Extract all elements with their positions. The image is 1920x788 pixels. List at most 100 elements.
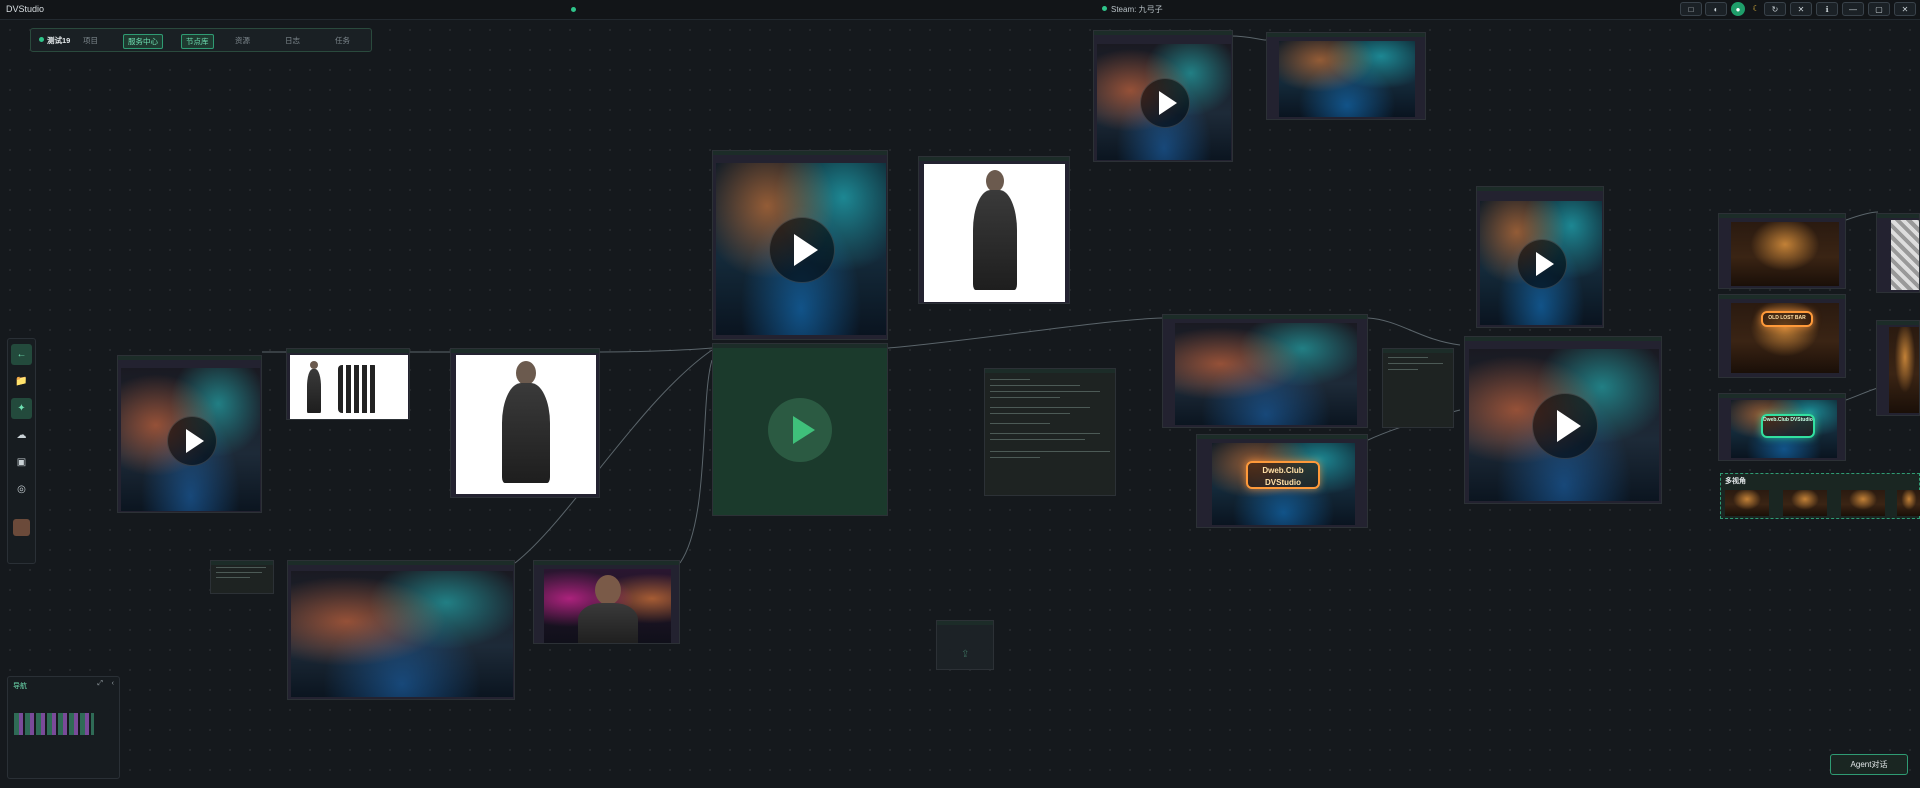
target-icon[interactable]: ◎: [11, 479, 32, 500]
sign-image: Dweb.Club DVStudio: [1731, 400, 1837, 458]
app-title: DVStudio: [6, 4, 45, 14]
toolbar-project[interactable]: 项目: [79, 34, 102, 47]
image-node[interactable]: [1718, 213, 1846, 289]
figure-head: [985, 170, 1004, 192]
toolbar-service-center[interactable]: 服务中心: [123, 34, 163, 49]
play-icon[interactable]: [1140, 78, 1190, 128]
text-node[interactable]: [984, 368, 1116, 496]
video-node[interactable]: [1464, 336, 1662, 504]
video-node[interactable]: [1093, 30, 1233, 162]
text-line: [990, 457, 1040, 458]
expand-icon[interactable]: ⤢: [97, 680, 103, 688]
refresh-button[interactable]: ↻: [1764, 2, 1786, 16]
back-arrow-icon[interactable]: ←: [11, 344, 32, 365]
image-node[interactable]: [1266, 32, 1426, 120]
alley-image: [1175, 323, 1357, 425]
play-icon[interactable]: [1532, 393, 1598, 459]
image-node[interactable]: Dweb.Club DVStudio: [1196, 434, 1368, 528]
image-node[interactable]: [533, 560, 680, 644]
info-button[interactable]: ℹ: [1816, 2, 1838, 16]
group-thumb[interactable]: [1725, 490, 1769, 516]
toolbar-tasks[interactable]: 任务: [331, 34, 354, 47]
alley-image: [1279, 41, 1415, 117]
figure-shape: [577, 603, 638, 643]
project-name[interactable]: 测试19: [35, 34, 74, 47]
video-thumbnail: [716, 163, 886, 335]
video-node[interactable]: [117, 355, 262, 513]
toolbar-node-library[interactable]: 节点库: [181, 34, 214, 49]
group-thumb[interactable]: [1783, 490, 1827, 516]
avatar[interactable]: [13, 519, 30, 536]
text-line: [1388, 369, 1418, 370]
close-button[interactable]: ✕: [1894, 2, 1916, 16]
text-line: [990, 397, 1060, 398]
group-thumb[interactable]: [1897, 490, 1920, 516]
empty-node[interactable]: ⇪: [936, 620, 994, 670]
character-image: [456, 355, 596, 494]
agent-chat-button[interactable]: Agent对话: [1830, 754, 1908, 775]
play-icon[interactable]: [166, 415, 217, 466]
image-node[interactable]: [1162, 314, 1368, 428]
text-line: [216, 572, 262, 573]
moon-icon[interactable]: ☾: [1748, 2, 1764, 16]
image-node[interactable]: [286, 348, 410, 420]
layout-button[interactable]: □: [1680, 2, 1702, 16]
multi-view-group[interactable]: 多视角: [1720, 473, 1920, 519]
video-node[interactable]: [1476, 186, 1604, 328]
toolbar-logs[interactable]: 日志: [281, 34, 304, 47]
text-node[interactable]: [1382, 348, 1454, 428]
online-dot: [1102, 6, 1107, 11]
figure-head: [516, 361, 536, 385]
text-line: [990, 407, 1090, 408]
steam-status-label: Steam: 九弓子: [1111, 5, 1163, 14]
bar-image: [1731, 222, 1839, 286]
character-sheet-image: [290, 355, 408, 419]
status-toggle[interactable]: ●: [1731, 2, 1745, 16]
folder-icon[interactable]: 📁: [11, 371, 32, 392]
image-node[interactable]: [1876, 320, 1920, 416]
magic-icon[interactable]: ✦: [11, 398, 32, 419]
bar-image: [1889, 327, 1919, 413]
theme-button[interactable]: ◐: [1705, 2, 1727, 16]
image-node[interactable]: [287, 560, 515, 700]
image-node[interactable]: Dweb.Club DVStudio: [1718, 393, 1846, 461]
video-thumbnail: [1097, 44, 1231, 160]
left-sidebar: ← 📁 ✦ ☁ ▣ ◎: [7, 338, 36, 564]
video-thumbnail: [121, 368, 260, 511]
image-node[interactable]: [450, 348, 600, 498]
text-line: [216, 577, 250, 578]
figure-shape: [972, 190, 1017, 290]
steam-status[interactable]: Steam: 九弓子: [1102, 4, 1163, 15]
neon-sign: Dweb.Club DVStudio: [1246, 461, 1320, 489]
toolbar-resources[interactable]: 资源: [231, 34, 254, 47]
title-bar: DVStudio Steam: 九弓子 □ ◐ ● ☾ ↻ ✕ ℹ — ▢ ✕: [0, 0, 1920, 20]
transparent-image: [1891, 220, 1919, 290]
play-icon[interactable]: [1517, 239, 1567, 289]
video-output-node[interactable]: [712, 343, 888, 516]
text-line: [990, 433, 1100, 434]
group-label: 多视角: [1725, 478, 1746, 485]
bar-image: OLD LOST BAR: [1731, 303, 1839, 373]
text-node[interactable]: [210, 560, 274, 594]
video-node[interactable]: [712, 150, 888, 340]
tools-button[interactable]: ✕: [1790, 2, 1812, 16]
image-node[interactable]: [918, 156, 1070, 304]
text-line: [990, 385, 1080, 386]
terminal-icon[interactable]: ▣: [11, 452, 32, 473]
figure-head: [594, 575, 621, 605]
alley-image: [291, 571, 513, 697]
outfit-grid: [338, 365, 378, 413]
text-line: [990, 413, 1070, 414]
cloud-icon[interactable]: ☁: [11, 425, 32, 446]
play-icon[interactable]: [768, 397, 832, 462]
minimize-button[interactable]: —: [1842, 2, 1864, 16]
group-thumb[interactable]: [1841, 490, 1885, 516]
maximize-button[interactable]: ▢: [1868, 2, 1890, 16]
collapse-icon[interactable]: ‹: [112, 680, 114, 687]
text-line: [990, 391, 1100, 392]
image-node[interactable]: OLD LOST BAR: [1718, 294, 1846, 378]
figure-head: [310, 361, 318, 369]
play-icon[interactable]: [769, 217, 835, 283]
image-node[interactable]: [1876, 213, 1920, 293]
navigation-minimap[interactable]: 导航 ⤢ ‹: [7, 676, 120, 779]
